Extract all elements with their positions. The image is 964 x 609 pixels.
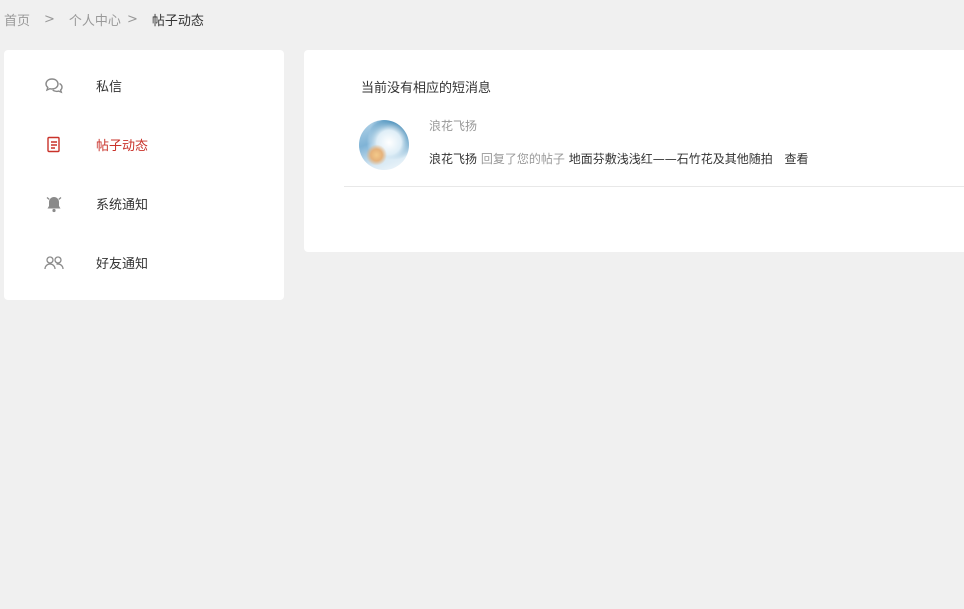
- breadcrumb-personal-center-link[interactable]: 个人中心: [69, 10, 121, 29]
- breadcrumb-separator: >: [44, 12, 55, 27]
- view-link[interactable]: 查看: [785, 152, 809, 166]
- sidebar: 私信 帖子动态 系统通知 好友通知: [4, 50, 284, 300]
- breadcrumb-separator: >: [126, 12, 138, 27]
- sidebar-item-post-activity[interactable]: 帖子动态: [4, 115, 284, 174]
- message-username[interactable]: 浪花飞扬: [429, 117, 477, 134]
- sidebar-item-label: 帖子动态: [96, 139, 149, 154]
- bell-icon: [44, 194, 64, 214]
- list-item: 浪花飞扬 浪花飞扬 回复了您的帖子 地面芬敷浅浅红——石竹花及其他随拍 查看: [344, 110, 964, 187]
- sidebar-item-messages[interactable]: 私信: [4, 56, 284, 115]
- sidebar-item-label: 好友通知: [96, 257, 149, 272]
- friends-icon: [44, 253, 64, 273]
- main-panel: 当前没有相应的短消息 浪花飞扬 浪花飞扬 回复了您的帖子 地面芬敷浅浅红——石竹…: [304, 50, 964, 252]
- avatar[interactable]: [359, 120, 409, 170]
- breadcrumb-home-link[interactable]: 首页: [4, 10, 30, 29]
- sidebar-item-label: 私信: [96, 80, 123, 95]
- message-content: 浪花飞扬 回复了您的帖子 地面芬敷浅浅红——石竹花及其他随拍 查看: [429, 150, 809, 167]
- sidebar-item-label: 系统通知: [96, 198, 149, 213]
- message-actor[interactable]: 浪花飞扬: [429, 152, 477, 166]
- chat-bubbles-icon: [44, 76, 64, 96]
- post-document-icon: [44, 135, 64, 155]
- sidebar-item-system-notice[interactable]: 系统通知: [4, 174, 284, 233]
- message-post-title[interactable]: 地面芬敷浅浅红——石竹花及其他随拍: [569, 152, 773, 166]
- breadcrumb: 首页 > 个人中心 > 帖子动态: [4, 10, 204, 29]
- message-action: 回复了您的帖子: [480, 152, 565, 166]
- breadcrumb-current: 帖子动态: [151, 14, 204, 29]
- empty-message: 当前没有相应的短消息: [361, 81, 492, 96]
- sidebar-item-friend-notice[interactable]: 好友通知: [4, 233, 284, 292]
